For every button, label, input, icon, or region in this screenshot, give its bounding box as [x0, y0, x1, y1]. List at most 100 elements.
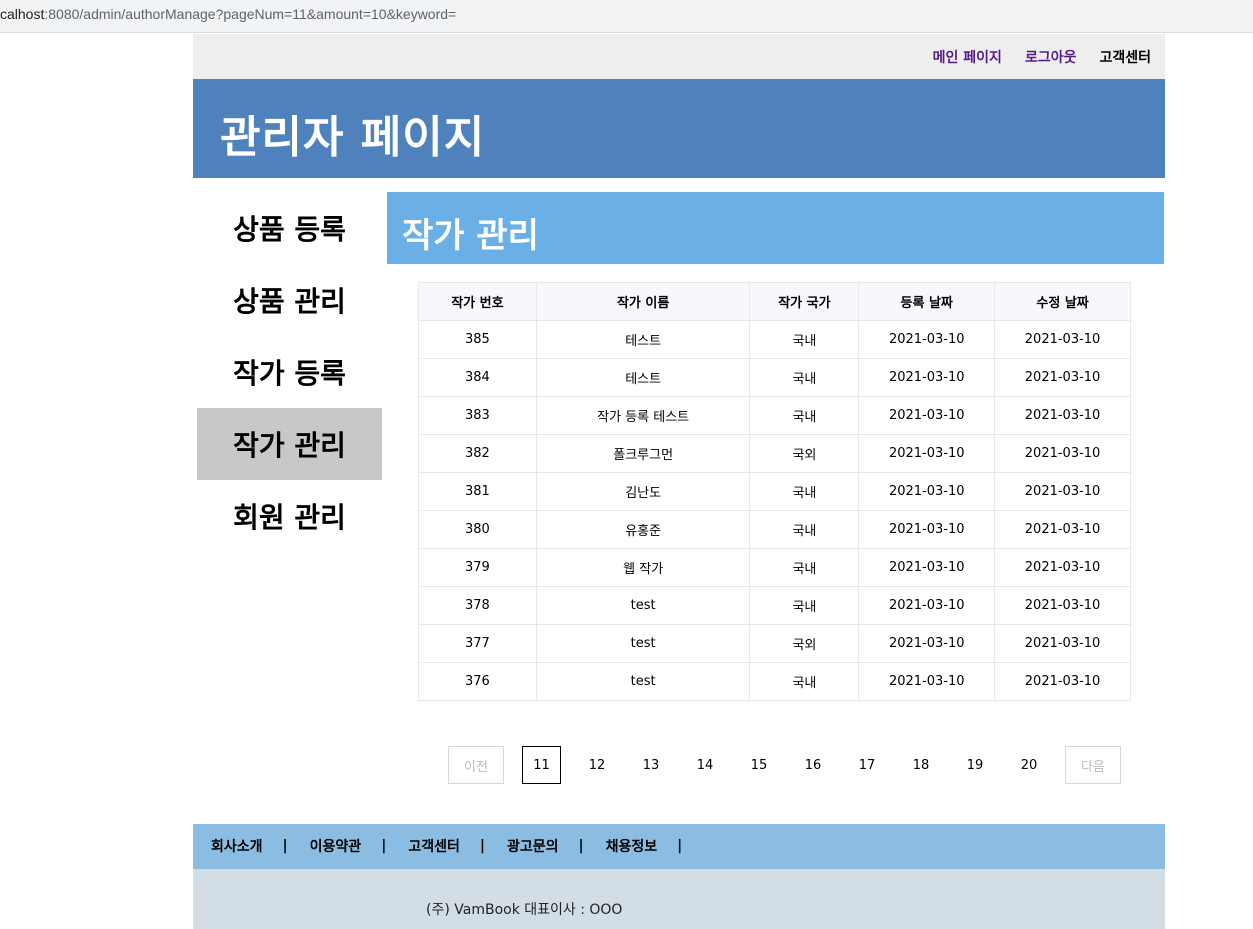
footer-link[interactable]: 회사소개: [211, 836, 263, 856]
author-name-cell[interactable]: 작가 등록 테스트: [535, 396, 751, 435]
footer-info: (주) VamBook 대표이사 : OOO: [193, 869, 1165, 929]
author-id-cell: 384: [418, 358, 537, 397]
page-link[interactable]: 16: [794, 746, 832, 784]
author-country-cell: 국내: [749, 396, 860, 435]
author-country-cell: 국내: [749, 586, 860, 625]
mod-date-cell: 2021-03-10: [994, 510, 1131, 549]
mod-date-cell: 2021-03-10: [994, 472, 1131, 511]
reg-date-cell: 2021-03-10: [858, 472, 996, 511]
footer-separator: |: [578, 838, 584, 854]
admin-header: 관리자 페이지: [193, 79, 1165, 178]
customer-center-link[interactable]: 고객센터: [1099, 50, 1151, 66]
table-row: 381 김난도 국내 2021-03-10 2021-03-10: [418, 472, 1131, 511]
footer-nav: 회사소개 | 이용약관 | 고객센터 | 광고문의 | 채용정보 |: [193, 824, 1165, 869]
author-name-cell[interactable]: 김난도: [535, 472, 751, 511]
page-link[interactable]: 17: [848, 746, 886, 784]
mod-date-cell: 2021-03-10: [994, 396, 1131, 435]
column-header: 등록 날짜: [858, 282, 996, 321]
sidebar-item-product-manage[interactable]: 상품 관리: [197, 264, 382, 336]
reg-date-cell: 2021-03-10: [858, 510, 996, 549]
author-id-cell: 379: [418, 548, 537, 587]
author-name-cell[interactable]: 테스트: [535, 320, 751, 359]
author-name-cell[interactable]: test: [535, 586, 751, 625]
footer-item: 채용정보 |: [606, 836, 705, 856]
main-content: 작가 관리 작가 번호 작가 이름 작가 국가 등록 날짜 수정 날짜 385 테…: [387, 192, 1164, 784]
author-name-cell[interactable]: 유홍준: [535, 510, 751, 549]
author-country-cell: 국내: [749, 358, 860, 397]
page-wrapper: 메인 페이지 로그아웃 고객센터 관리자 페이지 상품 등록 상품 관리 작가 …: [193, 34, 1165, 929]
page-title: 관리자 페이지: [220, 112, 486, 163]
author-name-cell[interactable]: 테스트: [535, 358, 751, 397]
footer-link[interactable]: 고객센터: [408, 836, 460, 856]
next-page-button[interactable]: 다음: [1065, 746, 1121, 784]
url-text[interactable]: calhost:8080/admin/authorManage?pageNum=…: [0, 6, 456, 22]
footer-item: 이용약관 |: [310, 836, 409, 856]
reg-date-cell: 2021-03-10: [858, 434, 996, 473]
mod-date-cell: 2021-03-10: [994, 624, 1131, 663]
column-header: 작가 번호: [418, 282, 537, 321]
sidebar-item-author-manage[interactable]: 작가 관리: [197, 408, 382, 480]
author-country-cell: 국내: [749, 662, 860, 701]
table-row: 380 유홍준 국내 2021-03-10 2021-03-10: [418, 510, 1131, 549]
author-name-cell[interactable]: test: [535, 624, 751, 663]
table-row: 384 테스트 국내 2021-03-10 2021-03-10: [418, 358, 1131, 397]
reg-date-cell: 2021-03-10: [858, 358, 996, 397]
prev-page-button[interactable]: 이전: [448, 746, 504, 784]
author-country-cell: 국내: [749, 548, 860, 587]
table-row: 382 폴크루그먼 국외 2021-03-10 2021-03-10: [418, 434, 1131, 473]
reg-date-cell: 2021-03-10: [858, 320, 996, 359]
reg-date-cell: 2021-03-10: [858, 548, 996, 587]
sidebar-item-author-register[interactable]: 작가 등록: [197, 336, 382, 408]
mod-date-cell: 2021-03-10: [994, 434, 1131, 473]
author-name-cell[interactable]: 웹 작가: [535, 548, 751, 587]
browser-address-bar[interactable]: calhost:8080/admin/authorManage?pageNum=…: [0, 0, 1253, 33]
reg-date-cell: 2021-03-10: [858, 586, 996, 625]
reg-date-cell: 2021-03-10: [858, 662, 996, 701]
section-title: 작가 관리: [402, 216, 539, 256]
mod-date-cell: 2021-03-10: [994, 320, 1131, 359]
author-country-cell: 국내: [749, 510, 860, 549]
page-link[interactable]: 15: [740, 746, 778, 784]
column-header: 작가 국가: [749, 282, 860, 321]
footer-link[interactable]: 채용정보: [606, 836, 658, 856]
author-country-cell: 국외: [749, 434, 860, 473]
top-nav: 메인 페이지 로그아웃 고객센터: [193, 34, 1165, 79]
table-body: 385 테스트 국내 2021-03-10 2021-03-10 384 테스트 국내 2021…: [418, 320, 1131, 701]
footer-item: 고객센터 |: [408, 836, 507, 856]
section-title-bar: 작가 관리: [387, 192, 1164, 264]
footer-link[interactable]: 이용약관: [310, 836, 362, 856]
table-row: 377 test 국외 2021-03-10 2021-03-10: [418, 624, 1131, 663]
page-link[interactable]: 13: [632, 746, 670, 784]
table-row: 376 test 국내 2021-03-10 2021-03-10: [418, 662, 1131, 701]
author-id-cell: 383: [418, 396, 537, 435]
sidebar-item-member-manage[interactable]: 회원 관리: [197, 480, 382, 552]
author-id-cell: 376: [418, 662, 537, 701]
author-id-cell: 378: [418, 586, 537, 625]
mod-date-cell: 2021-03-10: [994, 548, 1131, 587]
pagination: 이전 11 12 13 14 15 16 17 18 19 20 다음: [387, 746, 1164, 784]
author-id-cell: 377: [418, 624, 537, 663]
logout-link[interactable]: 로그아웃: [1025, 50, 1077, 66]
table-row: 385 테스트 국내 2021-03-10 2021-03-10: [418, 320, 1131, 359]
page-link[interactable]: 19: [956, 746, 994, 784]
main-page-link[interactable]: 메인 페이지: [933, 50, 1002, 66]
sidebar-item-product-register[interactable]: 상품 등록: [197, 192, 382, 264]
author-name-cell[interactable]: test: [535, 662, 751, 701]
admin-sidebar: 상품 등록 상품 관리 작가 등록 작가 관리 회원 관리: [197, 192, 382, 552]
page-link[interactable]: 12: [578, 746, 616, 784]
page-current[interactable]: 11: [522, 746, 561, 784]
page-link[interactable]: 20: [1010, 746, 1048, 784]
company-info: (주) VamBook 대표이사 : OOO: [426, 902, 623, 918]
footer-link[interactable]: 광고문의: [507, 836, 559, 856]
page-link[interactable]: 14: [686, 746, 724, 784]
footer-item: 광고문의 |: [507, 836, 606, 856]
url-path: :8080/admin/authorManage?pageNum=11&amou…: [44, 6, 457, 22]
table-row: 379 웹 작가 국내 2021-03-10 2021-03-10: [418, 548, 1131, 587]
mod-date-cell: 2021-03-10: [994, 662, 1131, 701]
author-id-cell: 381: [418, 472, 537, 511]
author-country-cell: 국외: [749, 624, 860, 663]
author-country-cell: 국내: [749, 472, 860, 511]
column-header: 작가 이름: [535, 282, 751, 321]
author-name-cell[interactable]: 폴크루그먼: [535, 434, 751, 473]
page-link[interactable]: 18: [902, 746, 940, 784]
